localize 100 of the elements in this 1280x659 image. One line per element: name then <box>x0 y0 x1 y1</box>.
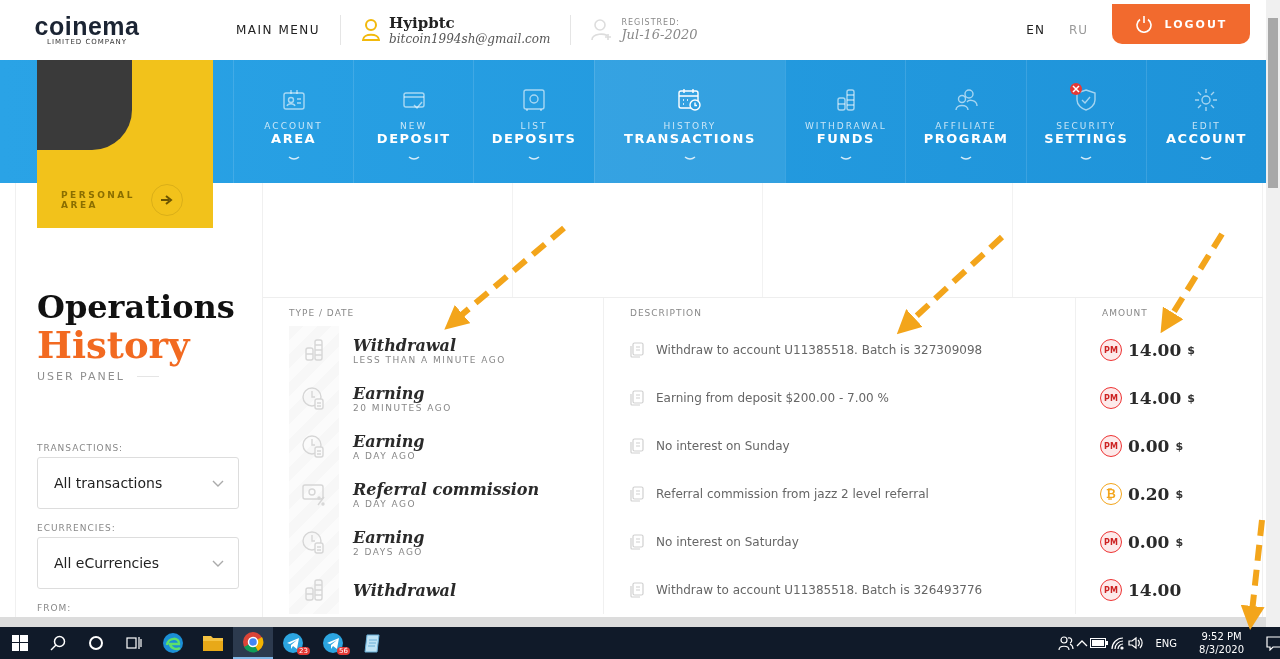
user-name: Hyipbtc <box>389 14 456 32</box>
circle-icon[interactable] <box>88 635 104 651</box>
transaction-description: No interest on Sunday <box>656 439 790 453</box>
filter-label: ECURRENCIES: <box>37 523 117 533</box>
task-view-icon[interactable] <box>126 635 142 651</box>
search-icon[interactable] <box>50 635 66 651</box>
document-icon <box>630 582 644 598</box>
currency-unit: $ <box>1175 487 1184 501</box>
vertical-scrollbar[interactable] <box>1266 0 1280 627</box>
nav-tab[interactable]: SECURITY SETTINGS <box>1025 60 1146 183</box>
transaction-type: Withdrawal <box>353 335 457 355</box>
filter-label: FROM: <box>37 603 73 613</box>
transaction-type: Referral commission <box>353 479 540 499</box>
nav-icon <box>280 87 307 113</box>
chevron-down-icon <box>1200 156 1213 162</box>
nav-icon <box>1193 87 1220 113</box>
user-email: bitcoin1994sh@gmail.com <box>389 31 551 46</box>
transaction-date: A DAY AGO <box>353 450 417 461</box>
currency-badge: PM <box>1100 435 1122 457</box>
transaction-date: LESS THAN A MINUTE AGO <box>353 354 506 365</box>
currency-badge: ₿ <box>1100 483 1122 505</box>
clock[interactable]: 9:52 PM 8/3/2020 <box>1199 630 1244 656</box>
nav-tab[interactable]: WITHDRAWAL FUNDS <box>785 60 906 183</box>
logout-button[interactable]: LOGOUT <box>1112 4 1250 44</box>
nav-icon <box>953 87 980 113</box>
transaction-amount: 14.00 <box>1128 388 1182 408</box>
document-icon <box>630 486 644 502</box>
currency-badge: PM <box>1100 387 1122 409</box>
transaction-type: Withdrawal <box>353 580 456 600</box>
currency-badge: PM <box>1100 339 1122 361</box>
transaction-description: Withdraw to account U11385518. Batch is 327309098 <box>656 343 983 357</box>
nav-icon <box>676 87 703 113</box>
language-link[interactable]: RU <box>1068 23 1088 37</box>
transaction-type: Earning <box>353 431 425 451</box>
notepad-icon <box>363 632 383 654</box>
document-icon <box>630 342 644 358</box>
transaction-description: Earning from deposit $200.00 - 7.00 % <box>656 391 889 405</box>
currency-unit: $ <box>1175 439 1184 453</box>
volume-icon[interactable] <box>1127 636 1144 650</box>
chevron-down-icon <box>212 479 224 487</box>
document-icon <box>630 534 644 550</box>
filter-label: TRANSACTIONS: <box>37 443 125 453</box>
chevron-down-icon <box>839 156 852 162</box>
personal-area-label: PERSONAL AREA <box>61 190 137 210</box>
currency-unit: $ <box>1187 391 1195 405</box>
nav-tab[interactable]: AFFILIATE PROGRAM <box>905 60 1026 183</box>
transaction-type-icon <box>301 529 327 555</box>
nav-tab[interactable]: HISTORY TRANSACTIONS <box>593 60 786 183</box>
transaction-date: 20 MINUTES AGO <box>353 402 452 413</box>
transaction-amount: 0.00 <box>1128 532 1170 552</box>
folder-icon <box>202 633 224 653</box>
currency-unit: $ <box>1175 535 1184 549</box>
personal-area-card[interactable]: PERSONAL AREA <box>37 60 213 228</box>
transaction-type: Earning <box>353 527 425 547</box>
chevron-down-icon <box>212 559 224 567</box>
add-user-icon <box>591 18 614 42</box>
column-header: TYPE / DATE <box>288 307 356 320</box>
notification-center-icon[interactable] <box>1266 635 1280 651</box>
language-link[interactable]: EN <box>1026 23 1045 37</box>
people-icon[interactable] <box>1057 635 1074 651</box>
transaction-date: 2 DAYS AGO <box>353 546 423 557</box>
chevron-down-icon <box>683 156 696 162</box>
currency-badge: PM <box>1100 531 1122 553</box>
transaction-type-icon <box>301 481 327 507</box>
power-icon <box>1134 15 1153 33</box>
nav-icon <box>520 87 547 113</box>
chevron-down-icon <box>407 156 420 162</box>
transaction-amount: 14.00 <box>1128 580 1182 600</box>
taskbar-app[interactable] <box>233 627 273 659</box>
horizontal-scrollbar[interactable] <box>0 617 1266 627</box>
transaction-amount: 14.00 <box>1128 340 1182 360</box>
column-header: AMOUNT <box>1075 298 1262 326</box>
chevron-down-icon <box>527 156 540 162</box>
column-header: DESCRIPTION <box>603 298 1075 326</box>
windows-start-icon[interactable] <box>12 635 28 651</box>
chevron-down-icon <box>287 156 300 162</box>
nav-tab[interactable]: NEW DEPOSIT <box>353 60 474 183</box>
transaction-amount: 0.20 <box>1128 484 1170 504</box>
battery-icon[interactable] <box>1089 638 1108 648</box>
registered-label: REGISTRED: <box>621 18 681 27</box>
transaction-type-icon <box>301 385 327 411</box>
document-icon <box>630 390 644 406</box>
logo-text[interactable]: coinema <box>34 14 140 38</box>
registered-date: Jul-16-2020 <box>621 27 698 42</box>
main-menu-link[interactable]: MAIN MENU <box>236 23 321 37</box>
filter-select[interactable]: All transactions <box>37 457 239 509</box>
transaction-description: No interest on Saturday <box>656 535 799 549</box>
edge-icon <box>162 632 184 654</box>
wifi-icon[interactable] <box>1109 636 1126 650</box>
filter-select[interactable]: All eCurrencies <box>37 537 239 589</box>
page-subtitle: USER PANEL <box>37 370 125 383</box>
chevron-up-icon[interactable] <box>1075 639 1088 647</box>
transaction-amount: 0.00 <box>1128 436 1170 456</box>
nav-tab[interactable]: LIST DEPOSITS <box>473 60 594 183</box>
nav-tab[interactable]: ACCOUNT AREA <box>233 60 354 183</box>
transaction-type: Earning <box>353 383 426 403</box>
input-language[interactable]: ENG <box>1155 637 1178 649</box>
transaction-description: Withdraw to account U11385518. Batch is 326493776 <box>656 583 983 597</box>
user-icon <box>361 18 382 42</box>
transaction-date: A DAY AGO <box>353 498 417 509</box>
